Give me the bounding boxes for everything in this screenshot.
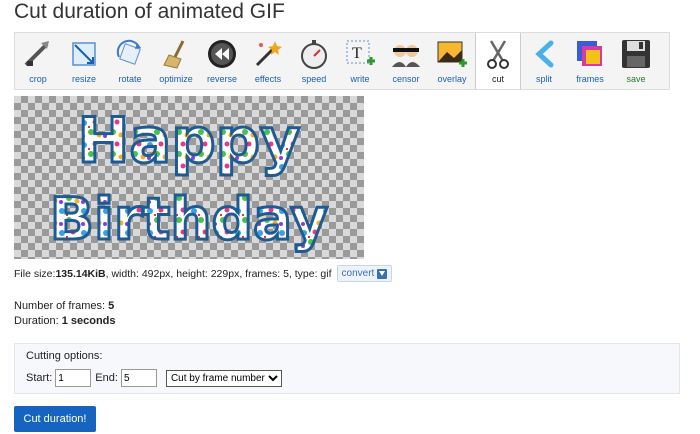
tool-reverse[interactable]: reverse: [199, 33, 245, 89]
duration: Duration: 1 seconds: [14, 314, 116, 329]
file-size-label: File size:: [14, 267, 56, 280]
tool-label: effects: [254, 74, 282, 84]
duration-label: Duration:: [14, 315, 62, 327]
svg-text:T: T: [352, 45, 362, 62]
censor-icon: [392, 45, 420, 67]
text-tool-icon: T: [346, 40, 375, 65]
frame-count-value: 5: [108, 300, 115, 312]
tool-censor[interactable]: censor: [383, 33, 429, 89]
tool-label: cut: [491, 74, 504, 84]
file-info: File size: 135.14KiB , width: 492px, hei…: [14, 265, 393, 282]
convert-button[interactable]: convert: [336, 265, 393, 282]
tool-label: optimize: [159, 74, 193, 84]
tool-rotate[interactable]: rotate: [107, 33, 153, 89]
overlay-image-icon: [437, 41, 467, 67]
tool-effects[interactable]: effects: [245, 33, 291, 89]
tool-label: crop: [29, 74, 47, 84]
tool-write[interactable]: T write: [337, 33, 383, 89]
tool-frames[interactable]: frames: [567, 33, 613, 89]
gif-stats: Number of frames: 5 Duration: 1 seconds: [14, 299, 116, 329]
cut-mode-select[interactable]: Cut by frame number: [165, 369, 282, 387]
cutting-options-panel: Cutting options: Start: End: Cut by fram…: [14, 343, 680, 394]
cutting-options-title: Cutting options:: [26, 350, 103, 362]
tool-toolbar: crop resize rotate optimize reverse effe…: [14, 32, 670, 90]
tool-label: resize: [71, 74, 96, 84]
crop-icon: [24, 41, 49, 67]
file-size-value: 135.14KiB: [55, 267, 106, 280]
end-label: End:: [95, 372, 118, 384]
start-label: Start:: [26, 372, 53, 384]
stopwatch-icon: [301, 40, 327, 69]
tool-cut[interactable]: cut: [475, 33, 521, 89]
broom-icon: [163, 40, 185, 69]
floppy-disk-icon: [622, 40, 650, 68]
scissors-icon: [487, 40, 509, 69]
tool-overlay[interactable]: overlay: [429, 33, 475, 89]
tool-label: rotate: [118, 74, 142, 84]
tool-label: speed: [301, 74, 327, 84]
tool-label: overlay: [437, 74, 467, 84]
tool-resize[interactable]: resize: [61, 33, 107, 89]
tool-label: write: [350, 74, 370, 84]
cut-duration-button[interactable]: Cut duration!: [14, 406, 96, 432]
end-input[interactable]: [120, 369, 157, 387]
cutting-options-row: Start: End: Cut by frame number: [26, 369, 282, 387]
frames-icon: [577, 41, 602, 66]
tool-optimize[interactable]: optimize: [153, 33, 199, 89]
reverse-icon: [208, 40, 236, 68]
resize-icon: [72, 42, 96, 66]
tool-split[interactable]: split: [521, 33, 567, 89]
magic-wand-icon: [255, 41, 282, 67]
duration-value: 1 seconds: [61, 315, 116, 327]
split-icon: [535, 40, 554, 68]
rotate-icon: [116, 39, 141, 65]
convert-label: convert: [341, 268, 375, 279]
frame-count: Number of frames: 5: [14, 299, 116, 314]
tool-label: frames: [576, 74, 604, 84]
gif-preview-image: Happy Birthday: [48, 103, 329, 255]
preview-line-1: Happy: [78, 104, 301, 177]
tool-label: split: [535, 74, 552, 84]
tool-label: save: [626, 74, 646, 84]
frame-count-label: Number of frames:: [14, 300, 109, 312]
tool-speed[interactable]: speed: [291, 33, 337, 89]
tool-crop[interactable]: crop: [15, 33, 61, 89]
page-title: Cut duration of animated GIF: [14, 0, 285, 23]
tool-save[interactable]: save: [613, 33, 659, 89]
start-input[interactable]: [55, 369, 92, 387]
preview-line-2: Birthday: [50, 185, 328, 253]
file-details: , width: 492px, height: 229px, frames: 5…: [105, 267, 332, 280]
tool-label: reverse: [206, 74, 237, 84]
gif-preview: Happy Birthday: [14, 96, 364, 259]
download-icon: [377, 268, 388, 279]
tool-label: censor: [392, 74, 420, 84]
